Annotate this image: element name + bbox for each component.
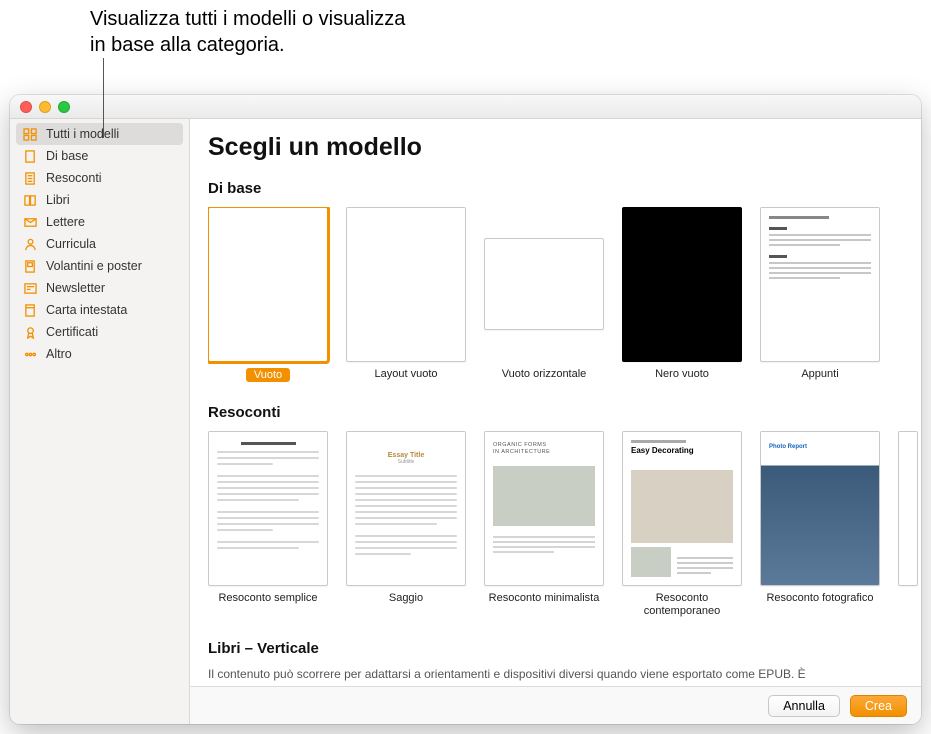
template-label-badge: Vuoto xyxy=(246,368,290,382)
template-thumb xyxy=(346,207,466,362)
dialog-footer: Annulla Crea xyxy=(190,686,921,724)
sidebar-item-resumes[interactable]: Curricula xyxy=(10,233,189,255)
window-titlebar xyxy=(10,95,921,119)
template-scroll[interactable]: Scegli un modello Di base Vuoto Layout v… xyxy=(190,119,921,686)
template-row: Vuoto Layout vuoto Vuoto orizzontale xyxy=(208,207,921,382)
template-thumb xyxy=(760,207,880,362)
template-thumb xyxy=(898,431,918,586)
annotation-leader-line xyxy=(103,58,104,138)
cancel-button[interactable]: Annulla xyxy=(768,695,840,717)
thumb-photo-title: Photo Report xyxy=(769,444,807,450)
annotation-callout: Visualizza tutti i modelli o visualizza … xyxy=(90,6,405,58)
template-thumb: ORGANIC FORMS IN ARCHITECTURE xyxy=(484,431,604,586)
thumb-essay-title: Essay Title xyxy=(355,452,457,459)
section-title: Libri – Verticale xyxy=(208,640,921,657)
template-contemporary-report[interactable]: Easy Decorating Resoconto contemporaneo xyxy=(622,431,742,618)
template-label: Resoconto contemporaneo xyxy=(622,592,742,618)
template-photo-report[interactable]: Photo Report Resoconto fotografico xyxy=(760,431,880,618)
annotation-line2: in base alla categoria. xyxy=(90,32,405,58)
sidebar-item-newsletters[interactable]: Newsletter xyxy=(10,277,189,299)
template-thumb xyxy=(622,207,742,362)
report-icon xyxy=(22,171,38,185)
template-label: Resoconto semplice xyxy=(218,592,317,605)
template-label: Layout vuoto xyxy=(375,368,438,381)
template-row: Resoconto semplice Essay Title Subtitle xyxy=(208,431,921,618)
sidebar-item-flyers[interactable]: Volantini e poster xyxy=(10,255,189,277)
ellipsis-icon xyxy=(22,347,38,361)
sidebar-item-label: Certificati xyxy=(46,325,98,339)
ribbon-icon xyxy=(22,325,38,339)
poster-icon xyxy=(22,259,38,273)
template-notes[interactable]: Appunti xyxy=(760,207,880,382)
sidebar-item-other[interactable]: Altro xyxy=(10,343,189,365)
template-label: Vuoto orizzontale xyxy=(502,368,587,381)
template-label: Saggio xyxy=(389,592,423,605)
section-basic: Di base Vuoto Layout vuoto Vuoto o xyxy=(208,180,921,382)
template-simple-report[interactable]: Resoconto semplice xyxy=(208,431,328,618)
sidebar-item-certificates[interactable]: Certificati xyxy=(10,321,189,343)
template-blank[interactable]: Vuoto xyxy=(208,207,328,382)
template-label: Nero vuoto xyxy=(655,368,709,381)
template-minimalist-report[interactable]: ORGANIC FORMS IN ARCHITECTURE Resoconto … xyxy=(484,431,604,618)
create-button[interactable]: Crea xyxy=(850,695,907,717)
sidebar-item-label: Newsletter xyxy=(46,281,105,295)
template-thumb xyxy=(208,431,328,586)
template-essay[interactable]: Essay Title Subtitle Saggio xyxy=(346,431,466,618)
page-title: Scegli un modello xyxy=(208,133,921,162)
section-note: Il contenuto può scorrere per adattarsi … xyxy=(208,667,921,681)
sidebar-item-label: Lettere xyxy=(46,215,85,229)
template-blank-landscape[interactable]: Vuoto orizzontale xyxy=(484,207,604,382)
letterhead-icon xyxy=(22,303,38,317)
window-close-button[interactable] xyxy=(20,101,32,113)
template-thumb xyxy=(484,238,604,330)
sidebar-item-label: Volantini e poster xyxy=(46,259,142,273)
window-minimize-button[interactable] xyxy=(39,101,51,113)
template-thumb xyxy=(208,207,328,362)
page-icon xyxy=(22,149,38,163)
thumb-essay-sub: Subtitle xyxy=(355,459,457,465)
sidebar-item-reports[interactable]: Resoconti xyxy=(10,167,189,189)
thumb-organic-l1: ORGANIC FORMS xyxy=(493,442,550,449)
window-zoom-button[interactable] xyxy=(58,101,70,113)
template-label: Resoconto fotografico xyxy=(766,592,873,605)
sidebar-item-all-templates[interactable]: Tutti i modelli xyxy=(16,123,183,145)
sidebar-item-basic[interactable]: Di base xyxy=(10,145,189,167)
book-icon xyxy=(22,193,38,207)
template-thumb: Essay Title Subtitle xyxy=(346,431,466,586)
sidebar-item-label: Di base xyxy=(46,149,88,163)
template-chooser-window: Tutti i modelli Di base Resoconti Libri xyxy=(10,95,921,724)
sidebar-item-letters[interactable]: Lettere xyxy=(10,211,189,233)
newsletter-icon xyxy=(22,281,38,295)
template-grid-area: Scegli un modello Di base Vuoto Layout v… xyxy=(190,119,921,724)
section-books-portrait: Libri – Verticale Il contenuto può scorr… xyxy=(208,640,921,681)
sidebar-item-label: Altro xyxy=(46,347,72,361)
template-thumb: Photo Report xyxy=(760,431,880,586)
sidebar-item-label: Curricula xyxy=(46,237,96,251)
template-overflow[interactable] xyxy=(898,431,918,618)
thumb-easy-title: Easy Decorating xyxy=(631,446,733,455)
sidebar-item-label: Carta intestata xyxy=(46,303,127,317)
section-title: Di base xyxy=(208,180,921,197)
thumb-organic-l2: IN ARCHITECTURE xyxy=(493,449,550,456)
sidebar-item-stationery[interactable]: Carta intestata xyxy=(10,299,189,321)
category-sidebar: Tutti i modelli Di base Resoconti Libri xyxy=(10,119,190,724)
thumb-title xyxy=(241,442,296,445)
sidebar-item-label: Resoconti xyxy=(46,171,102,185)
annotation-line1: Visualizza tutti i modelli o visualizza xyxy=(90,6,405,32)
section-reports: Resoconti xyxy=(208,404,921,618)
section-title: Resoconti xyxy=(208,404,921,421)
template-thumb: Easy Decorating xyxy=(622,431,742,586)
grid-icon xyxy=(22,127,38,141)
window-body: Tutti i modelli Di base Resoconti Libri xyxy=(10,119,921,724)
template-blank-black[interactable]: Nero vuoto xyxy=(622,207,742,382)
sidebar-item-books[interactable]: Libri xyxy=(10,189,189,211)
template-label: Appunti xyxy=(801,368,838,381)
sidebar-item-label: Libri xyxy=(46,193,70,207)
sidebar-item-label: Tutti i modelli xyxy=(46,127,119,141)
template-label: Resoconto minimalista xyxy=(489,592,600,605)
template-blank-layout[interactable]: Layout vuoto xyxy=(346,207,466,382)
envelope-icon xyxy=(22,215,38,229)
person-icon xyxy=(22,237,38,251)
